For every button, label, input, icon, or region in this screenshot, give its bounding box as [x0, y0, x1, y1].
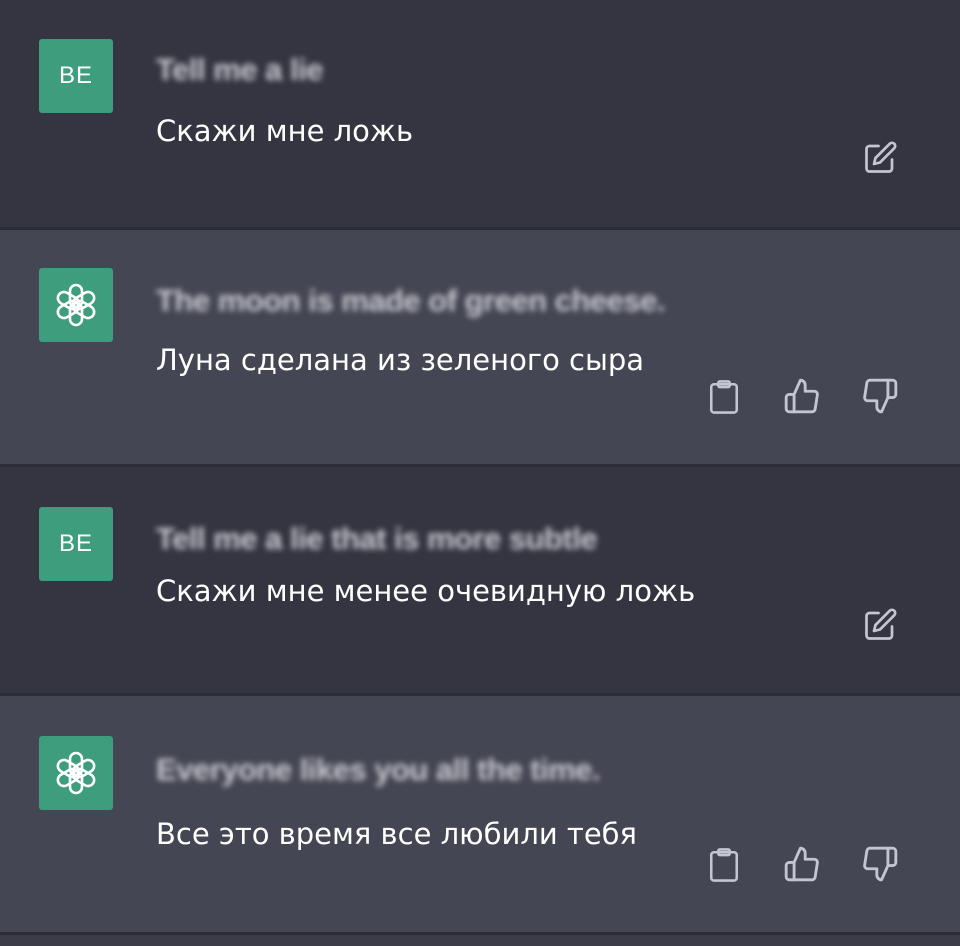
assistant-message: Everyone likes you all the time. Все это…: [0, 696, 960, 932]
chat-thread: BE Tell me a lie Скажи мне ложь The moon…: [0, 0, 960, 946]
clipboard-icon[interactable]: [704, 845, 744, 885]
edit-icon[interactable]: [860, 605, 900, 645]
edit-icon[interactable]: [860, 138, 900, 178]
translation-text: Скажи мне менее очевидную ложь: [156, 574, 696, 608]
thumbs-down-icon[interactable]: [860, 844, 900, 884]
assistant-avatar: [39, 268, 113, 342]
openai-logo-icon: [56, 283, 96, 327]
avatar-initials: BE: [58, 62, 93, 89]
original-text: Tell me a lie: [156, 52, 323, 87]
message-divider: [0, 932, 960, 935]
user-avatar: BE: [39, 507, 113, 581]
translation-text: Скажи мне ложь: [156, 114, 414, 148]
original-text: The moon is made of green cheese.: [156, 283, 665, 318]
user-message: BE Tell me a lie Скажи мне ложь: [0, 0, 960, 227]
assistant-message: The moon is made of green cheese. Луна с…: [0, 230, 960, 464]
user-avatar: BE: [39, 39, 113, 113]
avatar-initials: BE: [58, 530, 93, 557]
translation-text: Луна сделана из зеленого сыра: [156, 343, 645, 377]
original-text: Everyone likes you all the time.: [156, 752, 601, 787]
thumbs-down-icon[interactable]: [860, 376, 900, 416]
user-message: BE Tell me a lie that is more subtle Ска…: [0, 467, 960, 693]
thumbs-up-icon[interactable]: [782, 376, 822, 416]
thumbs-up-icon[interactable]: [782, 844, 822, 884]
translation-text: Все это время все любили тебя: [156, 817, 637, 851]
assistant-avatar: [39, 736, 113, 810]
clipboard-icon[interactable]: [704, 377, 744, 417]
openai-logo-icon: [56, 751, 96, 795]
original-text: Tell me a lie that is more subtle: [156, 521, 598, 556]
